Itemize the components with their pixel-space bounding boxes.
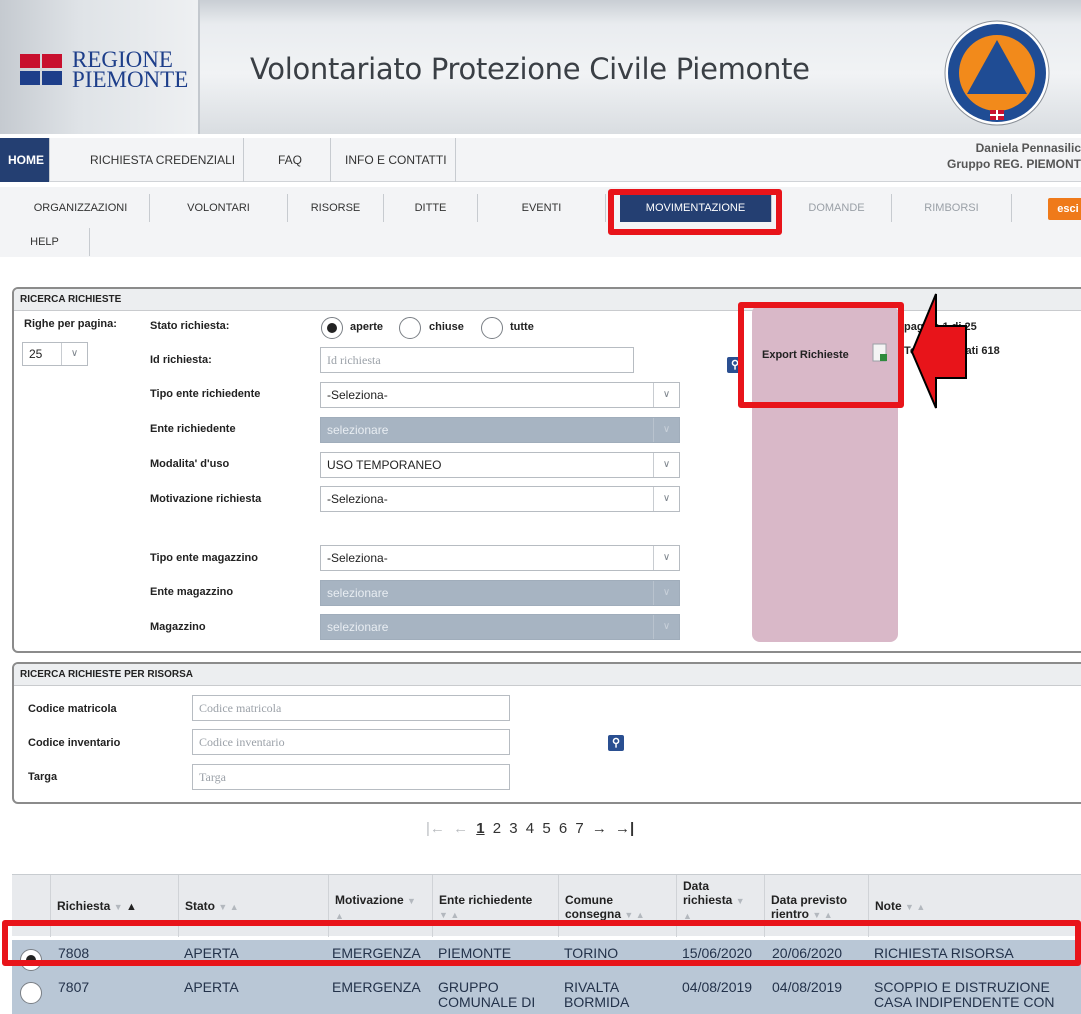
last-page-icon[interactable]: →| <box>615 820 634 837</box>
radio-chiuse[interactable] <box>399 317 421 339</box>
radio-aperte[interactable] <box>321 317 343 339</box>
ente-magazzino-label: Ente magazzino <box>150 586 234 598</box>
chevron-down-icon: ∨ <box>653 383 679 407</box>
id-richiesta-input[interactable]: Id richiesta <box>320 347 634 373</box>
inventario-label: Codice inventario <box>28 737 121 749</box>
protezione-civile-emblem-icon <box>944 20 1050 126</box>
table-row[interactable]: 7807 APERTA EMERGENZA GRUPPO COMUNALE DI… <box>12 980 1081 1014</box>
matricola-label: Codice matricola <box>28 703 117 715</box>
annotation-arrow-icon <box>910 293 967 409</box>
resource-panel-title: RICERCA RICHIESTE PER RISORSA <box>14 664 1081 686</box>
site-header: REGIONE PIEMONTE Volontariato Protezione… <box>0 0 1081 134</box>
user-name[interactable]: Daniela Pennasilic <box>947 140 1081 156</box>
cell-ente: GRUPPO COMUNALE DI <box>438 979 536 1010</box>
user-group: Gruppo REG. PIEMONT <box>947 157 1081 171</box>
modalita-label: Modalita' d'uso <box>150 458 230 470</box>
regione-logo[interactable]: REGIONE PIEMONTE <box>0 0 200 134</box>
prev-page-icon[interactable]: ← <box>453 820 468 837</box>
nav-info-contatti[interactable]: INFO E CONTATTI <box>330 138 456 182</box>
next-page-icon[interactable]: → <box>592 820 607 837</box>
page-link-6[interactable]: 6 <box>559 820 567 837</box>
cell-stato: APERTA <box>184 979 239 995</box>
cell-comune: RIVALTA BORMIDA <box>564 979 630 1010</box>
inventario-input[interactable]: Codice inventario <box>192 729 510 755</box>
radio-tutte[interactable] <box>481 317 503 339</box>
nav-help[interactable]: HELP <box>0 228 90 256</box>
chevron-down-icon: ∨ <box>653 546 679 570</box>
ente-richiedente-label: Ente richiedente <box>150 423 236 435</box>
radio-tutte-label: tutte <box>510 321 534 333</box>
targa-label: Targa <box>28 771 58 783</box>
page-link-7[interactable]: 7 <box>575 820 583 837</box>
regione-logo-text: REGIONE PIEMONTE <box>72 47 189 92</box>
resource-search-panel: RICERCA RICHIESTE PER RISORSA <box>12 662 1081 804</box>
nav-home[interactable]: HOME <box>0 138 50 182</box>
secondary-nav: ORGANIZZAZIONI VOLONTARI RISORSE DITTE E… <box>0 187 1081 257</box>
nav-volontari[interactable]: VOLONTARI <box>150 194 288 222</box>
motivazione-select[interactable]: -Seleziona- ∨ <box>320 486 680 512</box>
id-richiesta-label: Id richiesta: <box>150 354 212 366</box>
page-link-5[interactable]: 5 <box>542 820 550 837</box>
esci-button[interactable]: esci <box>1048 198 1081 220</box>
primary-nav: HOME RICHIESTA CREDENZIALI FAQ INFO E CO… <box>0 138 1081 182</box>
nav-ditte[interactable]: DITTE <box>384 194 478 222</box>
stato-label: Stato richiesta: <box>150 320 230 332</box>
chevron-down-icon: ∨ <box>653 581 679 605</box>
cell-motivazione: EMERGENZA <box>332 979 421 995</box>
page-link-3[interactable]: 3 <box>509 820 517 837</box>
tipo-ente-select[interactable]: -Seleziona- ∨ <box>320 382 680 408</box>
page-link-2[interactable]: 2 <box>493 820 501 837</box>
regione-flag-icon <box>20 54 66 86</box>
tipo-ente-label: Tipo ente richiedente <box>150 388 261 400</box>
first-page-icon[interactable]: |← <box>426 820 445 837</box>
ente-richiedente-select: selezionare ∨ <box>320 417 680 443</box>
page: REGIONE PIEMONTE Volontariato Protezione… <box>0 0 1081 1014</box>
radio-chiuse-label: chiuse <box>429 321 464 333</box>
nav-rimborsi[interactable]: RIMBORSI <box>892 194 1012 222</box>
page-link-1[interactable]: 1 <box>476 820 484 837</box>
pagination: |← ← 1 2 3 4 5 6 7 → →| <box>426 820 638 837</box>
nav-richiesta-credenziali[interactable]: RICHIESTA CREDENZIALI <box>82 138 245 182</box>
motivazione-label: Motivazione richiesta <box>150 493 262 505</box>
user-info: Daniela Pennasilic Gruppo REG. PIEMONT <box>947 140 1081 172</box>
modalita-select[interactable]: USO TEMPORANEO ∨ <box>320 452 680 478</box>
targa-input[interactable]: Targa <box>192 764 510 790</box>
cell-richiesta[interactable]: 7807 <box>58 980 89 995</box>
chevron-down-icon: ∨ <box>653 453 679 477</box>
cell-note: SCOPPIO E DISTRUZIONE CASA INDIPENDENTE … <box>874 979 1055 1010</box>
chevron-down-icon: ∨ <box>653 487 679 511</box>
chevron-down-icon: ∨ <box>61 343 87 365</box>
nav-eventi[interactable]: EVENTI <box>478 194 606 222</box>
annotation-highlight-movimentazione <box>608 189 782 235</box>
nav-organizzazioni[interactable]: ORGANIZZAZIONI <box>12 194 150 222</box>
nav-domande[interactable]: DOMANDE <box>782 194 892 222</box>
row-select-radio[interactable] <box>20 982 42 1004</box>
annotation-highlight-export <box>738 302 904 408</box>
nav-faq[interactable]: FAQ <box>270 138 310 182</box>
rows-per-page-select[interactable]: 25 ∨ <box>22 342 88 366</box>
cell-rientro: 04/08/2019 <box>772 979 843 995</box>
matricola-input[interactable]: Codice matricola <box>192 695 510 721</box>
nav-risorse[interactable]: RISORSE <box>288 194 384 222</box>
tipo-magazzino-label: Tipo ente magazzino <box>150 552 258 564</box>
magazzino-label: Magazzino <box>150 621 206 633</box>
annotation-highlight-row <box>2 920 1081 966</box>
chevron-down-icon: ∨ <box>653 615 679 639</box>
radio-aperte-label: aperte <box>350 321 384 333</box>
page-link-4[interactable]: 4 <box>526 820 534 837</box>
site-title: Volontariato Protezione Civile Piemonte <box>250 52 810 86</box>
resource-search-icon[interactable]: ⚲ <box>608 735 624 751</box>
cell-data: 04/08/2019 <box>682 979 753 995</box>
chevron-down-icon: ∨ <box>653 418 679 442</box>
tipo-magazzino-select[interactable]: -Seleziona- ∨ <box>320 545 680 571</box>
ente-magazzino-select: selezionare ∨ <box>320 580 680 606</box>
rows-per-page-label: Righe per pagina: <box>24 318 117 330</box>
magazzino-select: selezionare ∨ <box>320 614 680 640</box>
